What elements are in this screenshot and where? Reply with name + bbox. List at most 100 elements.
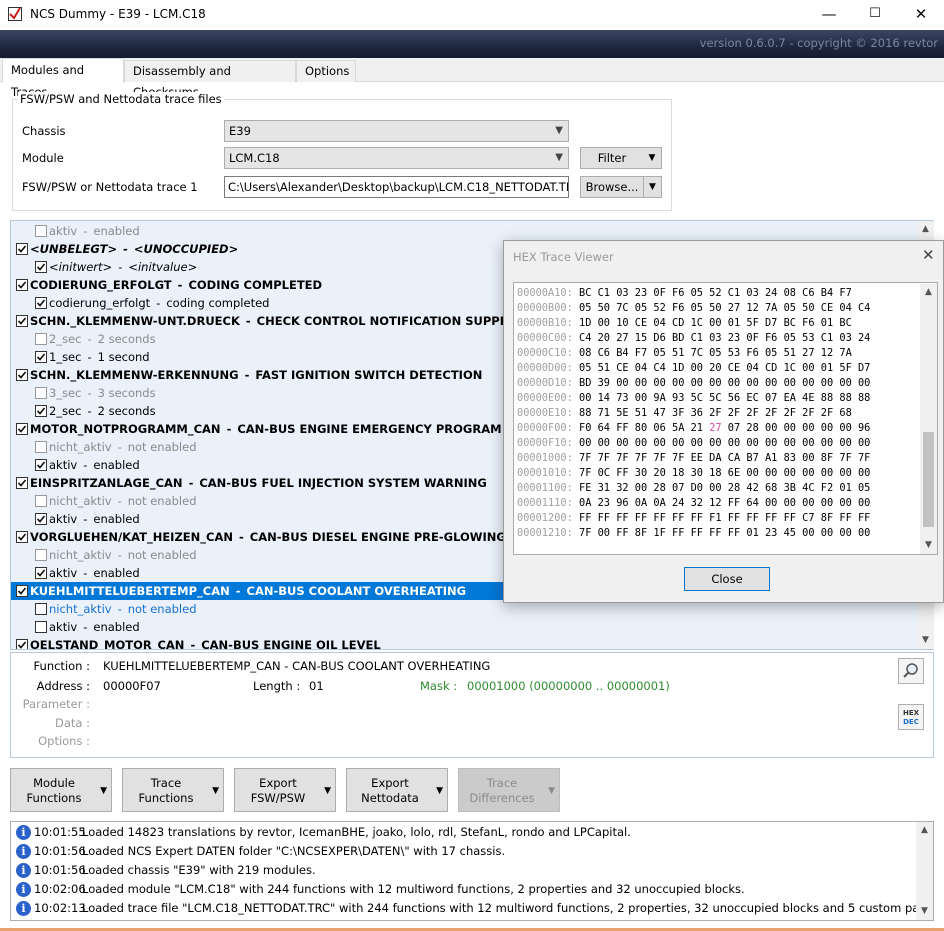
tree-checkbox[interactable] [35,549,47,561]
tree-item-separator: - [118,260,123,274]
scroll-up-icon[interactable]: ▲ [917,221,934,238]
hex-dec-toggle-button[interactable]: HEX DEC [898,704,924,730]
tree-checkbox[interactable] [35,333,47,345]
maximize-icon[interactable]: ☐ [852,0,898,30]
action-button-2[interactable]: Trace Functions ▼ [122,768,224,812]
tree-checkbox[interactable] [16,477,28,489]
scroll-down-icon[interactable]: ▼ [916,903,933,920]
search-button[interactable] [898,658,924,684]
action-button-3[interactable]: Export FSW/PSW ▼ [234,768,336,812]
hex-row: 00001000: 7F 7F 7F 7F 7F 7F EE DA CA B7 … [517,451,870,466]
files-group-title: FSW/PSW and Nettodata trace files [18,92,224,106]
hex-bytes: 08 C6 B4 F7 05 51 7C 05 53 F6 05 51 27 1… [579,347,852,359]
scroll-up-icon[interactable]: ▲ [920,284,937,301]
scroll-up-icon[interactable]: ▲ [916,822,933,839]
close-icon[interactable]: ✕ [898,0,944,30]
tree-checkbox[interactable] [35,567,47,579]
tree-checkbox[interactable] [16,315,28,327]
action-button-1[interactable]: Module Functions ▼ [10,768,112,812]
tree-checkbox[interactable] [35,513,47,525]
hex-address: 00001110: [517,497,573,509]
tree-item-description: FAST IGNITION SWITCH DETECTION [255,368,483,382]
tree-checkbox[interactable] [35,621,47,633]
tree-checkbox[interactable] [35,603,47,615]
hex-row: 00000F10: 00 00 00 00 00 00 00 00 00 00 … [517,436,870,451]
tree-item-description: not enabled [127,602,197,616]
tab-disassembly-and-checksums[interactable]: Disassembly and Checksums [124,60,296,99]
log-message: Loaded module "LCM.C18" with 244 functio… [82,882,745,896]
tree-checkbox[interactable] [16,585,28,597]
tree-item-separator: - [83,566,88,580]
action-button-4[interactable]: Export Nettodata ▼ [346,768,448,812]
hex-address: 00000E00: [517,392,573,404]
tree-checkbox[interactable] [16,423,28,435]
close-icon[interactable]: ✕ [922,246,935,264]
dropdown-arrow-icon[interactable]: ▼ [643,177,661,197]
tab-modules-and-traces[interactable]: Modules and Traces [2,58,124,99]
tree-checkbox[interactable] [35,495,47,507]
tree-item-name: CODIERUNG_ERFOLGT [30,278,172,292]
tree-item-separator: - [117,494,122,508]
tree-item-separator: - [117,440,122,454]
dropdown-arrow-icon[interactable]: ▼ [643,148,661,168]
length-label: Length : [253,679,301,693]
hex-row: 00000E00: 00 14 73 00 9A 93 5C 5C 56 EC … [517,391,870,406]
tree-checkbox[interactable] [16,639,28,649]
tree-checkbox[interactable] [35,441,47,453]
tree-item-separator: - [83,224,88,238]
dropdown-arrow-icon: ▼ [100,786,107,796]
tab-options[interactable]: Options [296,60,356,82]
mask-label: Mask : [420,679,458,693]
tree-checkbox[interactable] [35,351,47,363]
tree-checkbox[interactable] [35,225,47,237]
button-label-line1: Export [259,776,297,790]
scroll-down-icon[interactable]: ▼ [917,632,934,649]
tree-checkbox[interactable] [35,387,47,399]
tree-checkbox[interactable] [16,369,28,381]
log-entry: i 10:02:06 Loaded module "LCM.C18" with 24… [11,880,916,899]
hex-row: 00000D00: 05 51 CE 04 C4 1D 00 20 CE 04 … [517,361,870,376]
trace-file-input[interactable]: C:\Users\Alexander\Desktop\backup\LCM.C1… [224,176,569,198]
log-panel[interactable]: i 10:01:55 Loaded 14823 translations by re… [10,821,934,921]
filter-button[interactable]: Filter ▼ [580,147,662,169]
log-scrollbar[interactable]: ▲ ▼ [916,822,933,920]
log-time: 10:01:56 [34,863,86,877]
tree-item-description: <UNOCCUPIED> [133,242,239,256]
tree-checkbox[interactable] [35,297,47,309]
hex-bytes: 00 14 73 00 9A 93 5C 5C 56 EC 07 EA 4E 8… [579,392,871,404]
tree-function-row[interactable]: OELSTAND_MOTOR_CAN - CAN-BUS ENGINE OIL LE… [11,636,916,650]
tree-item-separator: - [188,476,194,490]
browse-button[interactable]: Browse... ▼ [580,176,662,198]
tree-item-name: aktiv [49,620,78,634]
button-label-line1: Export [371,776,409,790]
tree-checkbox[interactable] [16,279,28,291]
tree-checkbox[interactable] [35,405,47,417]
hex-bytes: C4 20 27 15 D6 BD C1 03 23 0F F6 05 53 C… [579,332,871,344]
scroll-thumb[interactable] [923,432,934,527]
module-select[interactable]: LCM.C18 ▼ [224,147,569,169]
hex-row: 00001210: 7F 00 FF 8F 1F FF FF FF FF 01 … [517,526,870,541]
tree-item-separator: - [87,386,92,400]
tree-item-name: 3_sec [49,386,82,400]
tree-checkbox[interactable] [16,243,28,255]
tree-option-row[interactable]: aktiv - enabled [11,222,916,240]
hex-bytes: BD 39 00 00 00 00 00 00 00 00 00 00 00 0… [579,377,871,389]
tree-item-separator: - [235,584,241,598]
minimize-icon[interactable]: — [806,0,852,30]
tree-item-description: CAN-BUS ENGINE OIL LEVEL [201,638,381,650]
tree-checkbox[interactable] [35,261,47,273]
hex-scrollbar[interactable]: ▲ ▼ [920,284,937,554]
log-time: 10:02:06 [34,882,86,896]
hex-dump-box[interactable]: 00000A10: BC C1 03 23 0F F6 05 52 C1 03 … [513,282,938,555]
close-button[interactable]: Close [684,567,770,591]
hex-bytes: 7F 0C FF 30 20 18 30 18 6E 00 00 00 00 0… [579,467,871,479]
scroll-down-icon[interactable]: ▼ [920,537,937,554]
log-time: 10:02:13 [34,901,86,915]
log-message: Loaded trace file "LCM.C18_NETTODAT.TRC"… [82,901,934,915]
tree-option-row[interactable]: aktiv - enabled [11,618,916,636]
tree-checkbox[interactable] [35,459,47,471]
chassis-select[interactable]: E39 ▼ [224,120,569,142]
tree-item-name: aktiv [49,566,78,580]
button-label-line2: FSW/PSW [250,791,306,805]
tree-checkbox[interactable] [16,531,28,543]
